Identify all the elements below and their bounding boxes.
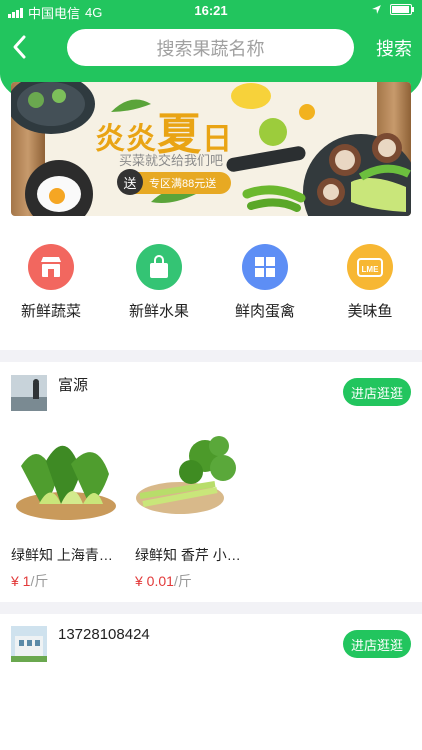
store-card: 富源 进店逛逛 绿鲜知 上海青… ¥ 1/斤 绿鲜知 香芹 小… ¥ 0.01/… — [0, 362, 422, 602]
status-time: 16:21 — [194, 3, 228, 18]
category-item-fish[interactable]: LME 美味鱼 — [325, 244, 415, 321]
search-input[interactable]: 搜索果蔬名称 — [67, 29, 354, 66]
shopping-bag-icon — [136, 244, 182, 290]
category-item-meat-eggs[interactable]: 鲜肉蛋禽 — [220, 244, 310, 321]
search-button[interactable]: 搜索 — [376, 35, 412, 61]
svg-text:LME: LME — [362, 265, 380, 274]
category-item-fruits[interactable]: 新鲜水果 — [114, 244, 204, 321]
battery-icon — [390, 4, 414, 15]
section-divider — [0, 602, 422, 614]
section-divider — [0, 350, 422, 362]
store-name: 富源 — [58, 377, 89, 394]
visit-store-button[interactable]: 进店逛逛 — [343, 378, 411, 406]
category-item-vegetables[interactable]: 新鲜蔬菜 — [6, 244, 96, 321]
product-card[interactable]: 绿鲜知 上海青… ¥ 1/斤 — [11, 426, 121, 591]
product-name: 绿鲜知 香芹 小… — [135, 547, 241, 563]
category-label: 新鲜水果 — [128, 303, 189, 320]
price-value: ¥ 0.01 — [135, 573, 174, 589]
price-unit: /斤 — [30, 573, 49, 589]
price-unit: /斤 — [173, 573, 192, 589]
back-button[interactable] — [8, 32, 30, 62]
chevron-left-icon — [13, 35, 26, 59]
product-image — [136, 436, 236, 514]
category-label: 新鲜蔬菜 — [20, 303, 81, 320]
store-card: 13728108424 进店逛逛 — [0, 614, 422, 750]
promo-banner[interactable]: 炎炎夏日 买菜就交给我们吧 专区满88元送 送 — [11, 82, 411, 216]
product-image — [16, 445, 116, 520]
grid-icon — [242, 244, 288, 290]
store-avatar — [11, 375, 47, 411]
product-card[interactable]: 绿鲜知 香芹 小… ¥ 0.01/斤 — [135, 426, 245, 591]
store-name: 13728108424 — [58, 626, 150, 643]
status-bar: 中国电信 4G 16:21 — [0, 0, 422, 22]
category-grid: 新鲜蔬菜 新鲜水果 鲜肉蛋禽 LME 美味鱼 — [0, 244, 422, 324]
visit-store-button[interactable]: 进店逛逛 — [343, 630, 411, 658]
store-avatar — [11, 626, 47, 662]
banner-send-badge: 送 — [117, 169, 143, 195]
category-label: 鲜肉蛋禽 — [234, 303, 295, 320]
search-placeholder: 搜索果蔬名称 — [156, 38, 265, 59]
banner-tag-text: 专区满88元送 — [149, 178, 217, 190]
product-price: ¥ 0.01/斤 — [135, 571, 245, 591]
storefront-icon — [28, 244, 74, 290]
price-value: ¥ 1 — [11, 573, 31, 589]
category-label: 美味鱼 — [347, 303, 393, 320]
header-bar: 搜索果蔬名称 搜索 — [0, 22, 422, 74]
location-arrow-icon — [372, 5, 381, 14]
lme-icon: LME — [347, 244, 393, 290]
product-price: ¥ 1/斤 — [11, 571, 121, 591]
banner-subtitle: 买菜就交给我们吧 — [119, 153, 224, 168]
product-name: 绿鲜知 上海青… — [11, 547, 113, 563]
